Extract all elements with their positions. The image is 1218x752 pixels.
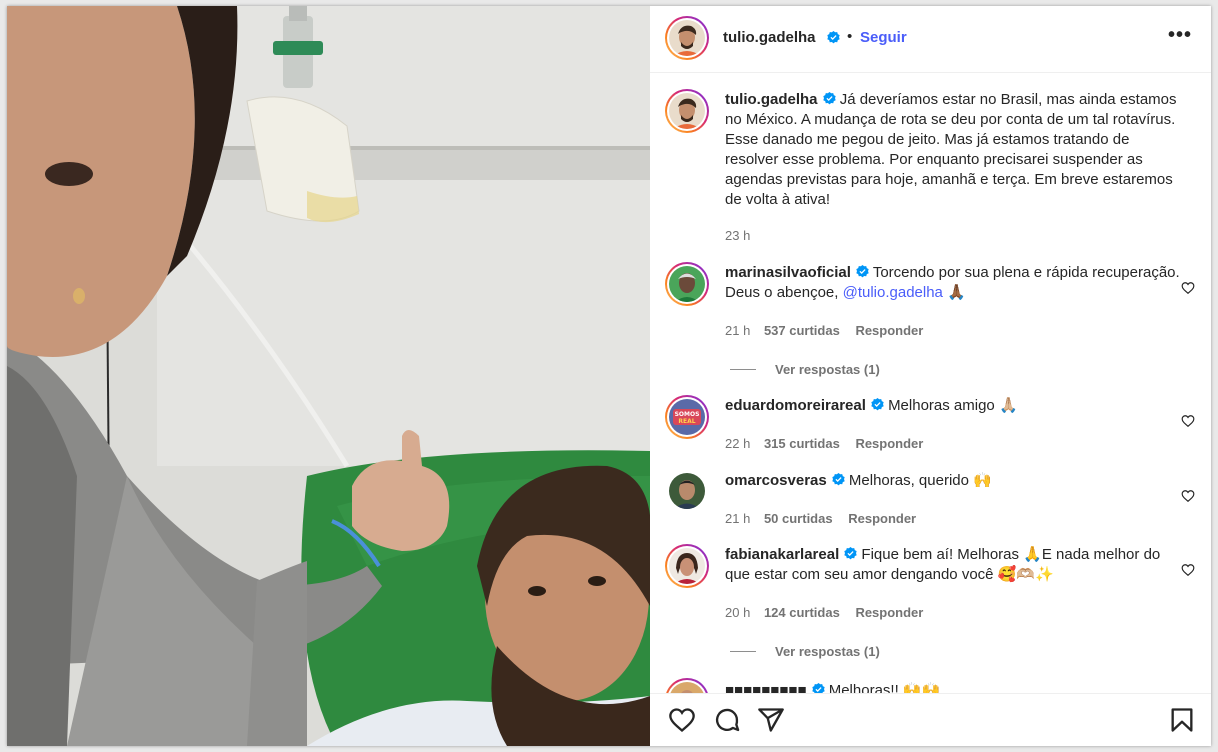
commenter-username[interactable]: marinasilvaoficial bbox=[725, 264, 851, 281]
comment-meta: 21 h 50 curtidas Responder bbox=[725, 511, 916, 526]
verified-badge-icon bbox=[832, 473, 845, 486]
comments-list: tulio.gadelha Já deveríamos estar no Bra… bbox=[650, 73, 1211, 693]
comment-text: Melhoras, querido 🙌 bbox=[848, 472, 992, 489]
comment-meta: 20 h 124 curtidas Responder bbox=[725, 605, 923, 620]
commenter-username[interactable]: fabianakarlareal bbox=[725, 546, 839, 563]
caption-time: 23 h bbox=[725, 228, 751, 243]
view-replies-label: Ver respostas (1) bbox=[775, 362, 880, 377]
verified-badge-icon bbox=[827, 31, 840, 44]
comment-text: Melhoras amigo 🙏🏼 bbox=[888, 397, 1018, 414]
verified-badge-icon bbox=[856, 265, 869, 278]
comment-text-block: marinasilvaoficial Torcendo por sua plen… bbox=[725, 263, 1180, 303]
author-username[interactable]: tulio.gadelha bbox=[723, 29, 816, 46]
mention-link[interactable]: @tulio.gadelha bbox=[843, 284, 943, 301]
comment-text-block: eduardomoreirareal Melhoras amigo 🙏🏼 bbox=[725, 396, 1180, 416]
heart-icon[interactable] bbox=[1181, 414, 1195, 428]
view-replies-label: Ver respostas (1) bbox=[775, 644, 880, 659]
reply-button[interactable]: Responder bbox=[855, 323, 923, 338]
reply-button[interactable]: Responder bbox=[848, 511, 916, 526]
commenter-avatar-image bbox=[669, 548, 705, 584]
commenter-avatar-image bbox=[669, 266, 705, 302]
heart-icon[interactable] bbox=[1181, 563, 1195, 577]
post-window: tulio.gadelha • Seguir ••• tulio.gadelha… bbox=[7, 6, 1211, 746]
heart-icon[interactable] bbox=[668, 706, 696, 734]
comment-likes[interactable]: 124 curtidas bbox=[764, 605, 840, 620]
comment-likes[interactable]: 315 curtidas bbox=[764, 436, 840, 451]
svg-text:REAL: REAL bbox=[678, 418, 695, 425]
comment-icon[interactable] bbox=[713, 706, 741, 734]
comment-likes[interactable]: 50 curtidas bbox=[764, 511, 833, 526]
comment-time: 21 h bbox=[725, 323, 751, 338]
post-detail-panel: tulio.gadelha • Seguir ••• tulio.gadelha… bbox=[650, 6, 1211, 746]
commenter-avatar-image: SOMOS REAL bbox=[669, 399, 705, 435]
caption-username[interactable]: tulio.gadelha bbox=[725, 91, 818, 108]
commenter-avatar[interactable] bbox=[665, 678, 709, 693]
send-icon[interactable] bbox=[757, 706, 785, 734]
comment-text-block: fabianakarlareal Fique bem aí! Melhoras … bbox=[725, 545, 1180, 585]
reply-button[interactable]: Responder bbox=[855, 436, 923, 451]
follow-button[interactable]: Seguir bbox=[860, 29, 907, 46]
verified-badge-icon bbox=[811, 683, 825, 693]
caption-author-avatar-image bbox=[669, 93, 705, 129]
separator-dot: • bbox=[847, 28, 853, 45]
view-replies-button[interactable]: Ver respostas (1) bbox=[730, 362, 880, 377]
commenter-avatar-image bbox=[669, 473, 705, 509]
author-avatar[interactable] bbox=[665, 16, 709, 60]
caption-author-avatar[interactable] bbox=[665, 89, 709, 133]
svg-text:SOMOS: SOMOS bbox=[675, 411, 700, 418]
comment-text-block: ■■■■■■■■■ Melhoras!! 🙌🙌 bbox=[725, 681, 1180, 693]
comment-meta: 21 h 537 curtidas Responder bbox=[725, 323, 923, 338]
comment-time: 21 h bbox=[725, 511, 751, 526]
commenter-username[interactable]: omarcosveras bbox=[725, 472, 827, 489]
post-photo[interactable] bbox=[7, 6, 650, 746]
caption-text-block: tulio.gadelha Já deveríamos estar no Bra… bbox=[725, 90, 1180, 210]
more-options-icon[interactable]: ••• bbox=[1168, 24, 1192, 47]
verified-badge-icon bbox=[871, 398, 884, 411]
hospital-selfie-illustration bbox=[7, 6, 650, 746]
commenter-avatar[interactable] bbox=[665, 262, 709, 306]
comment-text: Melhoras!! 🙌🙌 bbox=[828, 682, 941, 693]
caption-text: Já deveríamos estar no Brasil, mas ainda… bbox=[725, 91, 1177, 208]
comment-likes[interactable]: 537 curtidas bbox=[764, 323, 840, 338]
commenter-username-hidden[interactable]: ■■■■■■■■■ bbox=[725, 682, 807, 693]
commenter-username[interactable]: eduardomoreirareal bbox=[725, 397, 866, 414]
replies-line bbox=[730, 651, 756, 652]
bookmark-icon[interactable] bbox=[1168, 706, 1196, 734]
comment-time: 22 h bbox=[725, 436, 751, 451]
author-avatar-image bbox=[669, 20, 705, 56]
post-header: tulio.gadelha • Seguir ••• bbox=[650, 6, 1211, 73]
reply-button[interactable]: Responder bbox=[855, 605, 923, 620]
comment-emoji: 🙏🏾 bbox=[947, 284, 966, 301]
heart-icon[interactable] bbox=[1181, 489, 1195, 503]
replies-line bbox=[730, 369, 756, 370]
commenter-avatar[interactable]: SOMOS REAL bbox=[665, 395, 709, 439]
view-replies-button[interactable]: Ver respostas (1) bbox=[730, 644, 880, 659]
action-bar bbox=[650, 693, 1211, 746]
verified-badge-icon bbox=[844, 547, 857, 560]
verified-badge-icon bbox=[822, 92, 836, 105]
comment-time: 20 h bbox=[725, 605, 751, 620]
heart-icon[interactable] bbox=[1181, 281, 1195, 295]
comment-text-block: omarcosveras Melhoras, querido 🙌 bbox=[725, 471, 1180, 491]
comment-meta: 22 h 315 curtidas Responder bbox=[725, 436, 923, 451]
commenter-avatar[interactable] bbox=[665, 544, 709, 588]
caption-meta: 23 h bbox=[725, 228, 760, 243]
commenter-avatar[interactable] bbox=[669, 473, 705, 509]
